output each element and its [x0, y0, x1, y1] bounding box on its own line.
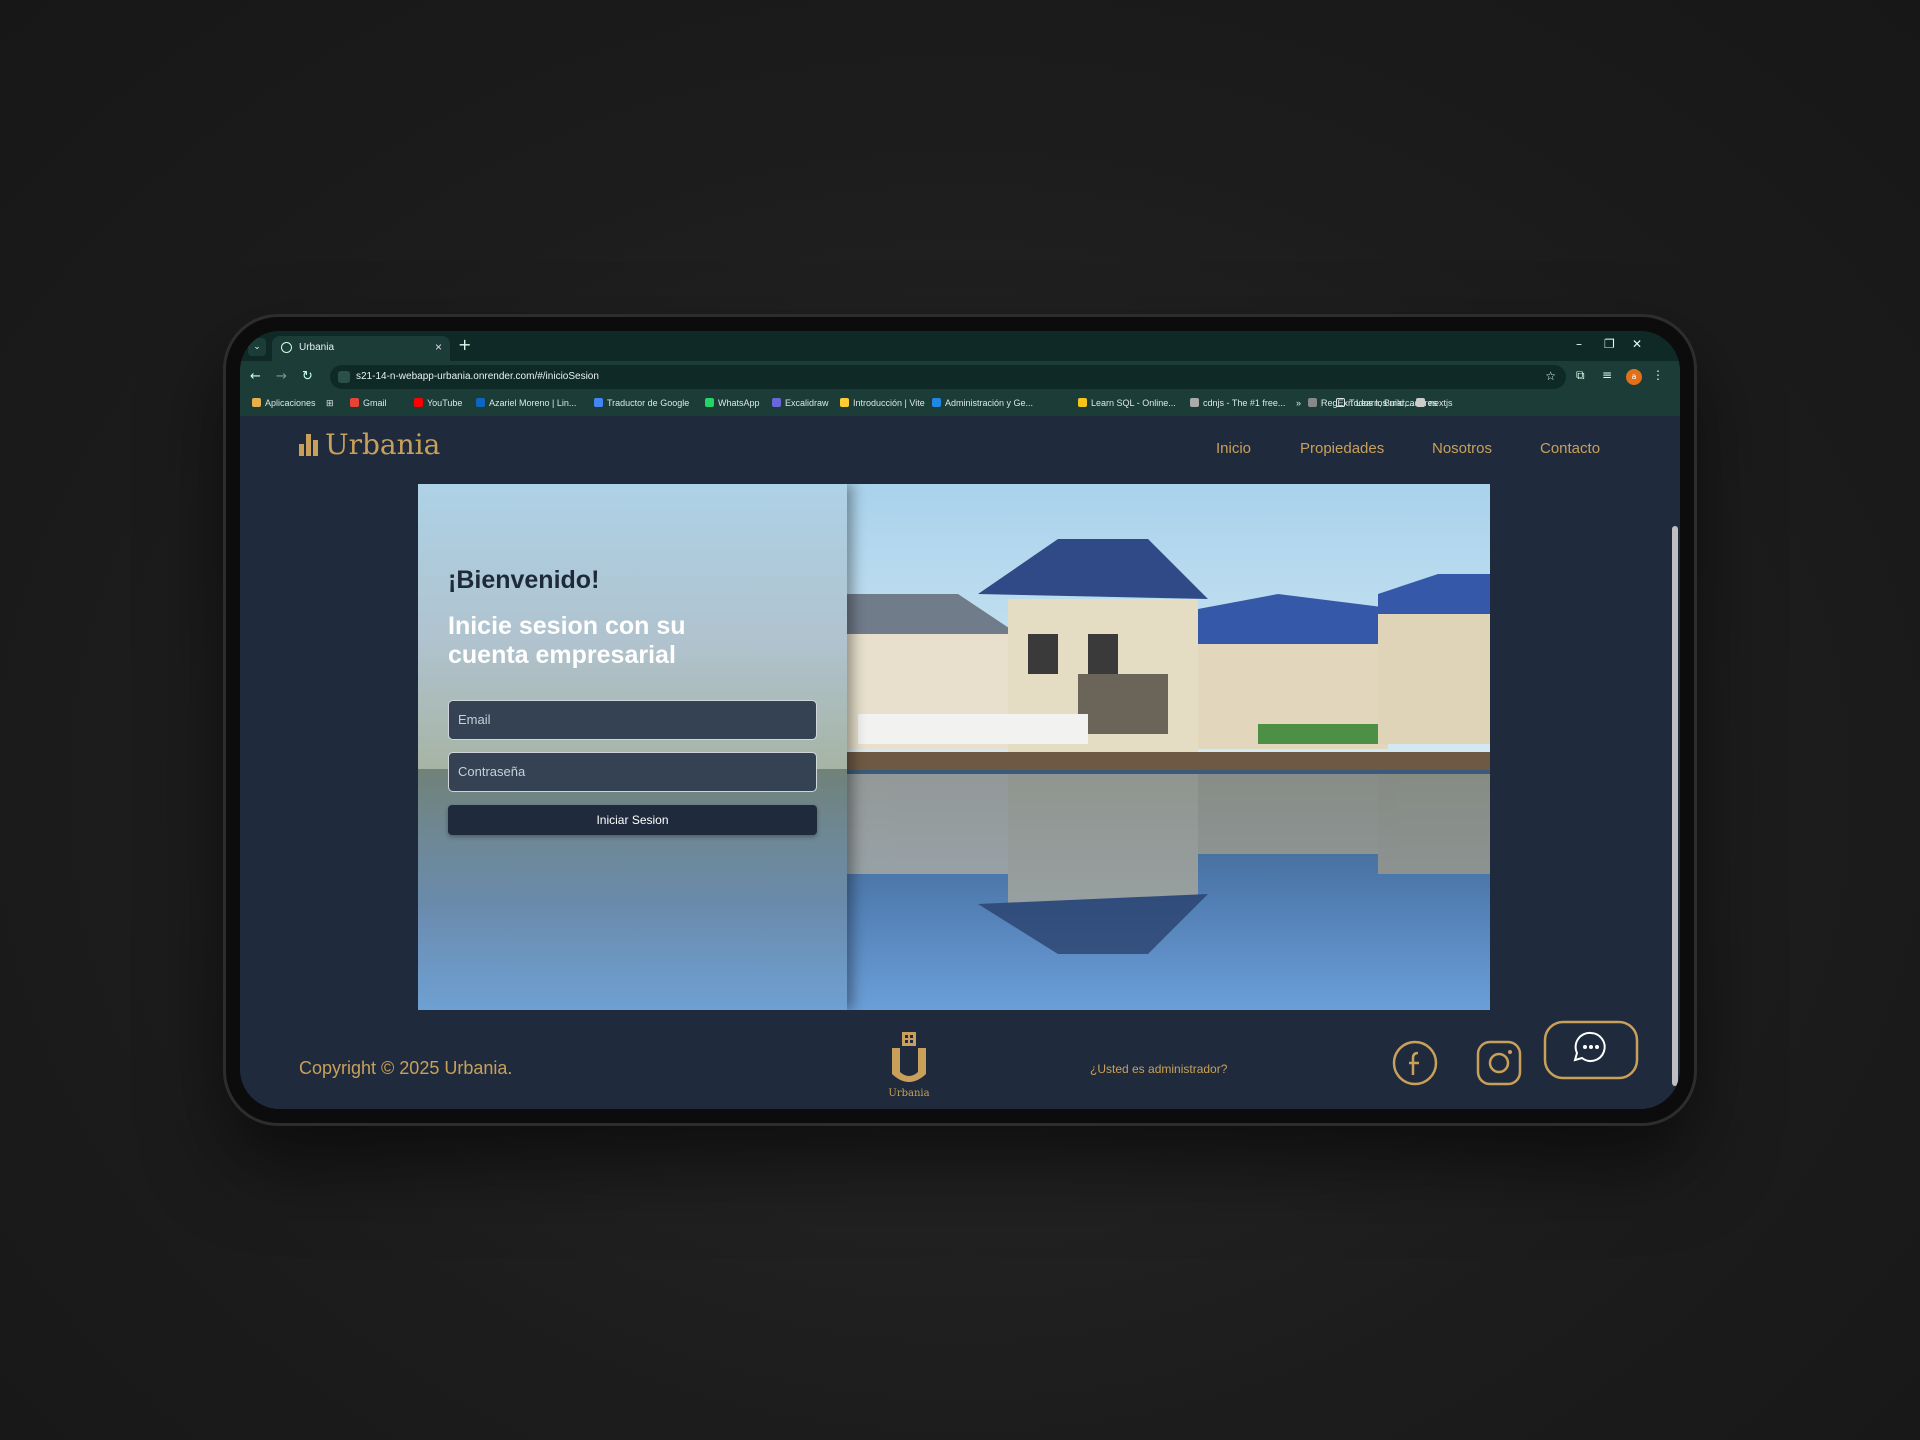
bookmark-favicon-icon	[1078, 398, 1087, 407]
browser-tab[interactable]: Urbania ×	[272, 336, 450, 361]
bookmark-favicon-icon	[1190, 398, 1199, 407]
bookmark-favicon-icon	[1416, 398, 1425, 407]
restore-icon[interactable]: ❐	[1604, 337, 1615, 351]
close-tab-icon[interactable]: ×	[435, 340, 442, 354]
bookmark-label: Gmail	[363, 398, 387, 408]
urbania-footer-logo: Urbania	[888, 1032, 930, 1098]
extensions-icon[interactable]: ⧉	[1576, 368, 1585, 383]
bookmark-label: Introducción | Vite	[853, 398, 925, 408]
more-bookmarks-icon[interactable]: »	[1296, 398, 1301, 408]
web-page: Urbania Inicio Propiedades Nosotros Cont…	[240, 416, 1680, 1109]
bookmark-item[interactable]: WhatsApp	[705, 398, 760, 408]
bookmark-item[interactable]: Aplicaciones	[252, 398, 316, 408]
bookmark-label: YouTube	[427, 398, 463, 408]
bookmark-item[interactable]: Gmail	[350, 398, 387, 408]
bookmark-item[interactable]: Traductor de Google	[594, 398, 689, 408]
admin-link[interactable]: ¿Usted es administrador?	[1090, 1062, 1227, 1076]
chat-bubble-icon[interactable]	[1543, 1020, 1639, 1080]
minimize-icon[interactable]: –	[1576, 337, 1582, 351]
nav-inicio[interactable]: Inicio	[1216, 440, 1251, 457]
login-panel: ¡Bienvenido! Inicie sesion con su cuenta…	[418, 484, 847, 1010]
bookmark-item[interactable]: Administración y Ge...	[932, 398, 1033, 408]
close-window-icon[interactable]: ✕	[1632, 337, 1642, 351]
forward-icon[interactable]: →	[276, 369, 287, 384]
site-footer: Copyright © 2025 Urbania. Urbania ¿Usted…	[240, 1010, 1670, 1109]
tab-title: Urbania	[299, 342, 335, 353]
page-scrollbar[interactable]	[1670, 416, 1680, 1109]
bookmark-label: WhatsApp	[718, 398, 760, 408]
bookmark-label: RegExr: Learn, Build,...	[1321, 398, 1415, 408]
nav-contacto[interactable]: Contacto	[1540, 440, 1600, 457]
url-text: s21-14-n-webapp-urbania.onrender.com/#/i…	[356, 371, 599, 382]
bookmark-label: cdnjs - The #1 free...	[1203, 398, 1286, 408]
bookmark-favicon-icon	[840, 398, 849, 407]
bookmark-favicon-icon	[772, 398, 781, 407]
browser-tabstrip: ⌄ Urbania × + – ❐ ✕	[240, 331, 1680, 361]
bookmark-label: Aplicaciones	[265, 398, 316, 408]
bookmark-label: Traductor de Google	[607, 398, 690, 408]
media-icon[interactable]: ≡	[1602, 368, 1612, 382]
bookmark-label: Excalidraw	[785, 398, 829, 408]
screen: ⌄ Urbania × + – ❐ ✕ ← → ↻ s21-14-n-webap…	[240, 331, 1680, 1109]
bookmark-favicon-icon	[252, 398, 261, 407]
bookmark-item[interactable]: nextjs	[1416, 398, 1453, 408]
profile-avatar[interactable]: a	[1626, 369, 1642, 385]
email-input[interactable]: Email	[448, 700, 817, 740]
bookmark-favicon-icon	[1308, 398, 1317, 407]
scrollbar-thumb[interactable]	[1672, 526, 1678, 1086]
bookmark-item[interactable]: YouTube	[414, 398, 462, 408]
reload-icon[interactable]: ↻	[302, 369, 313, 384]
bookmark-favicon-icon	[414, 398, 423, 407]
bookmark-label: Azariel Moreno | Lin...	[489, 398, 577, 408]
bookmark-favicon-icon	[705, 398, 714, 407]
site-info-icon[interactable]	[338, 371, 350, 383]
new-tab-icon[interactable]: +	[458, 335, 471, 354]
bookmark-label: Administración y Ge...	[945, 398, 1034, 408]
bookmark-favicon-icon	[594, 398, 603, 407]
tab-search-icon[interactable]: ⌄	[248, 338, 266, 356]
bookmark-favicon-icon	[932, 398, 941, 407]
bookmark-item[interactable]: Excalidraw	[772, 398, 829, 408]
login-hero: ¡Bienvenido! Inicie sesion con su cuenta…	[418, 484, 1490, 1010]
browser-toolbar: ← → ↻ s21-14-n-webapp-urbania.onrender.c…	[240, 361, 1680, 393]
site-logo[interactable]: Urbania	[299, 428, 440, 461]
login-subtitle: Inicie sesion con su cuenta empresarial	[448, 612, 686, 669]
bookmark-star-icon[interactable]: ☆	[1545, 369, 1556, 383]
nav-nosotros[interactable]: Nosotros	[1432, 440, 1492, 457]
facebook-icon[interactable]	[1392, 1040, 1438, 1086]
welcome-heading: ¡Bienvenido!	[448, 566, 600, 594]
bookmark-favicon-icon	[350, 398, 359, 407]
apps-grid-icon[interactable]: ⊞	[326, 398, 334, 409]
instagram-icon[interactable]	[1476, 1040, 1522, 1086]
bookmark-item[interactable]: Azariel Moreno | Lin...	[476, 398, 576, 408]
bookmark-favicon-icon	[476, 398, 485, 407]
menu-kebab-icon[interactable]: ⋮	[1652, 368, 1664, 382]
copyright-text: Copyright © 2025 Urbania.	[299, 1058, 513, 1078]
tablet-frame: ⌄ Urbania × + – ❐ ✕ ← → ↻ s21-14-n-webap…	[226, 317, 1694, 1123]
nav-propiedades[interactable]: Propiedades	[1300, 440, 1384, 457]
bookmark-item[interactable]: RegExr: Learn, Build,...	[1308, 398, 1414, 408]
bookmark-label: Learn SQL - Online...	[1091, 398, 1176, 408]
svg-text:Urbania: Urbania	[888, 1088, 929, 1098]
address-bar[interactable]: s21-14-n-webapp-urbania.onrender.com/#/i…	[330, 365, 1566, 389]
bookmark-item[interactable]: Introducción | Vite	[840, 398, 925, 408]
bookmarks-bar: » | Todos los marcadores Aplicaciones Gma…	[240, 393, 1680, 416]
password-input[interactable]: Contraseña	[448, 752, 817, 792]
bookmark-item[interactable]: Learn SQL - Online...	[1078, 398, 1176, 408]
bookmark-item[interactable]: cdnjs - The #1 free...	[1190, 398, 1285, 408]
buildings-logo-icon	[299, 434, 321, 456]
login-button[interactable]: Iniciar Sesion	[448, 805, 817, 835]
bookmark-label: nextjs	[1429, 398, 1453, 408]
globe-icon	[281, 342, 292, 353]
back-icon[interactable]: ←	[250, 369, 261, 384]
